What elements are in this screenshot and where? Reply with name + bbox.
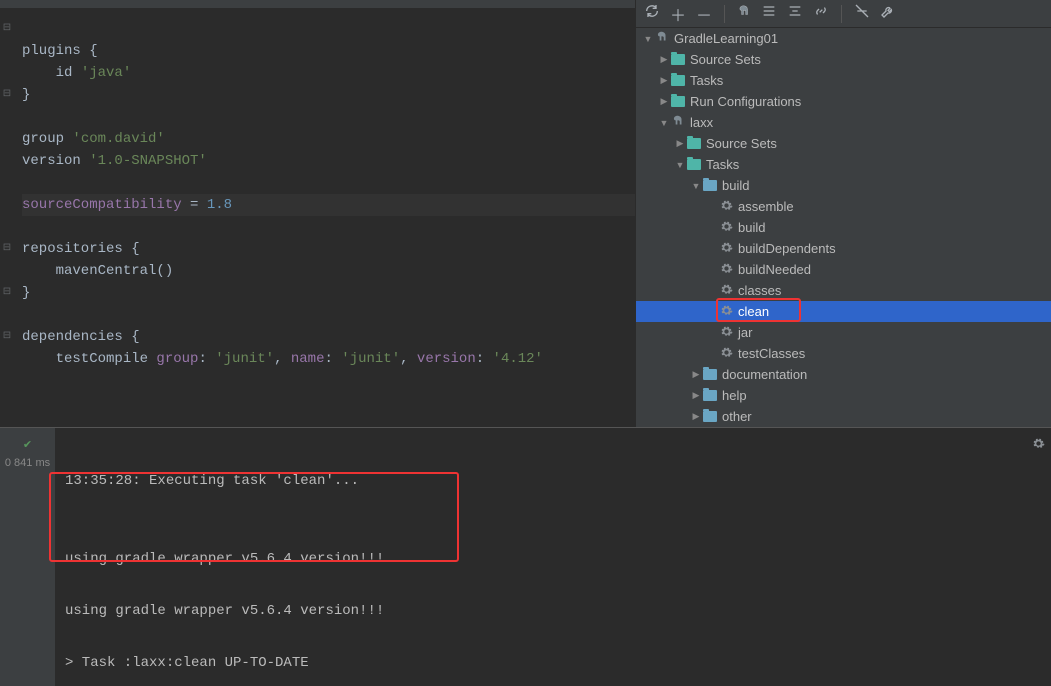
tree-task-clean[interactable]: clean xyxy=(636,301,1051,322)
console-line: 13:35:28: Executing task 'clean'... xyxy=(65,468,1047,494)
tree-label: buildDependents xyxy=(738,241,836,256)
tree-label: Tasks xyxy=(690,73,723,88)
tree-label: clean xyxy=(738,304,769,319)
gradle-tool-window: ＋ － ▼GradleLearning01▶Source Sets▶Tasks▶… xyxy=(635,0,1051,427)
console-output[interactable]: 13:35:28: Executing task 'clean'... usin… xyxy=(55,428,1051,686)
tree-task-buildDependents[interactable]: buildDependents xyxy=(636,238,1051,259)
console-gutter: ✔ 0 841 ms xyxy=(0,428,55,686)
tree-group-help[interactable]: ▶help xyxy=(636,385,1051,406)
remove-icon[interactable]: － xyxy=(696,2,712,26)
expand-icon[interactable] xyxy=(761,3,777,24)
tree-group-other[interactable]: ▶other xyxy=(636,406,1051,427)
tree-label: assemble xyxy=(738,199,794,214)
console-line: > Task :laxx:clean UP-TO-DATE xyxy=(65,650,1047,676)
tree-laxx[interactable]: ▼laxx xyxy=(636,112,1051,133)
console-panel: ✔ 0 841 ms 13:35:28: Executing task 'cle… xyxy=(0,427,1051,686)
elephant-icon[interactable] xyxy=(737,4,751,23)
duration-badge: 0 841 ms xyxy=(5,457,50,469)
tree-root[interactable]: ▼GradleLearning01 xyxy=(636,28,1051,49)
tree-laxx-source-sets[interactable]: ▶Source Sets xyxy=(636,133,1051,154)
code-content: plugins { id 'java' } group 'com.david' … xyxy=(22,18,635,392)
editor-panel: ⊟ ⊟ ⊟ ⊟⊟ plugins { id 'java' } group 'co… xyxy=(0,0,635,427)
success-icon: ✔ xyxy=(23,438,32,451)
refresh-icon[interactable] xyxy=(644,3,660,24)
code-editor[interactable]: ⊟ ⊟ ⊟ ⊟⊟ plugins { id 'java' } group 'co… xyxy=(0,8,635,427)
tree-task-classes[interactable]: classes xyxy=(636,280,1051,301)
console-settings-icon[interactable] xyxy=(1032,434,1045,460)
tree-laxx-tasks[interactable]: ▼Tasks xyxy=(636,154,1051,175)
gradle-tree[interactable]: ▼GradleLearning01▶Source Sets▶Tasks▶Run … xyxy=(636,28,1051,427)
editor-tabs xyxy=(0,0,635,8)
tree-group-documentation[interactable]: ▶documentation xyxy=(636,364,1051,385)
tree-run-config[interactable]: ▶Run Configurations xyxy=(636,91,1051,112)
tree-label: help xyxy=(722,388,747,403)
tree-label: Source Sets xyxy=(690,52,761,67)
tree-label: buildNeeded xyxy=(738,262,811,277)
tree-source-sets[interactable]: ▶Source Sets xyxy=(636,49,1051,70)
offline-icon[interactable] xyxy=(854,3,870,24)
tree-label: classes xyxy=(738,283,781,298)
console-line: using gradle wrapper v5.6.4 version!!! xyxy=(65,598,1047,624)
collapse-icon[interactable] xyxy=(787,3,803,24)
tree-tasks[interactable]: ▶Tasks xyxy=(636,70,1051,91)
tree-task-assemble[interactable]: assemble xyxy=(636,196,1051,217)
tree-label: jar xyxy=(738,325,752,340)
tree-label: documentation xyxy=(722,367,807,382)
tree-label: laxx xyxy=(690,115,713,130)
fold-gutter: ⊟ ⊟ ⊟ ⊟⊟ xyxy=(0,18,14,348)
tree-build-group[interactable]: ▼build xyxy=(636,175,1051,196)
tree-task-testClasses[interactable]: testClasses xyxy=(636,343,1051,364)
tree-label: Source Sets xyxy=(706,136,777,151)
tree-label: build xyxy=(738,220,765,235)
gradle-toolbar: ＋ － xyxy=(636,0,1051,28)
tree-task-buildNeeded[interactable]: buildNeeded xyxy=(636,259,1051,280)
console-line: using gradle wrapper v5.6.4 version!!! xyxy=(65,546,1047,572)
tree-label: testClasses xyxy=(738,346,805,361)
tree-label: other xyxy=(722,409,752,424)
tree-label: Tasks xyxy=(706,157,739,172)
link-icon[interactable] xyxy=(813,3,829,24)
tree-label: build xyxy=(722,178,749,193)
tree-label: Run Configurations xyxy=(690,94,801,109)
tree-task-jar[interactable]: jar xyxy=(636,322,1051,343)
tree-task-build[interactable]: build xyxy=(636,217,1051,238)
tree-label: GradleLearning01 xyxy=(674,31,778,46)
wrench-icon[interactable] xyxy=(880,3,896,24)
add-icon[interactable]: ＋ xyxy=(670,2,686,26)
